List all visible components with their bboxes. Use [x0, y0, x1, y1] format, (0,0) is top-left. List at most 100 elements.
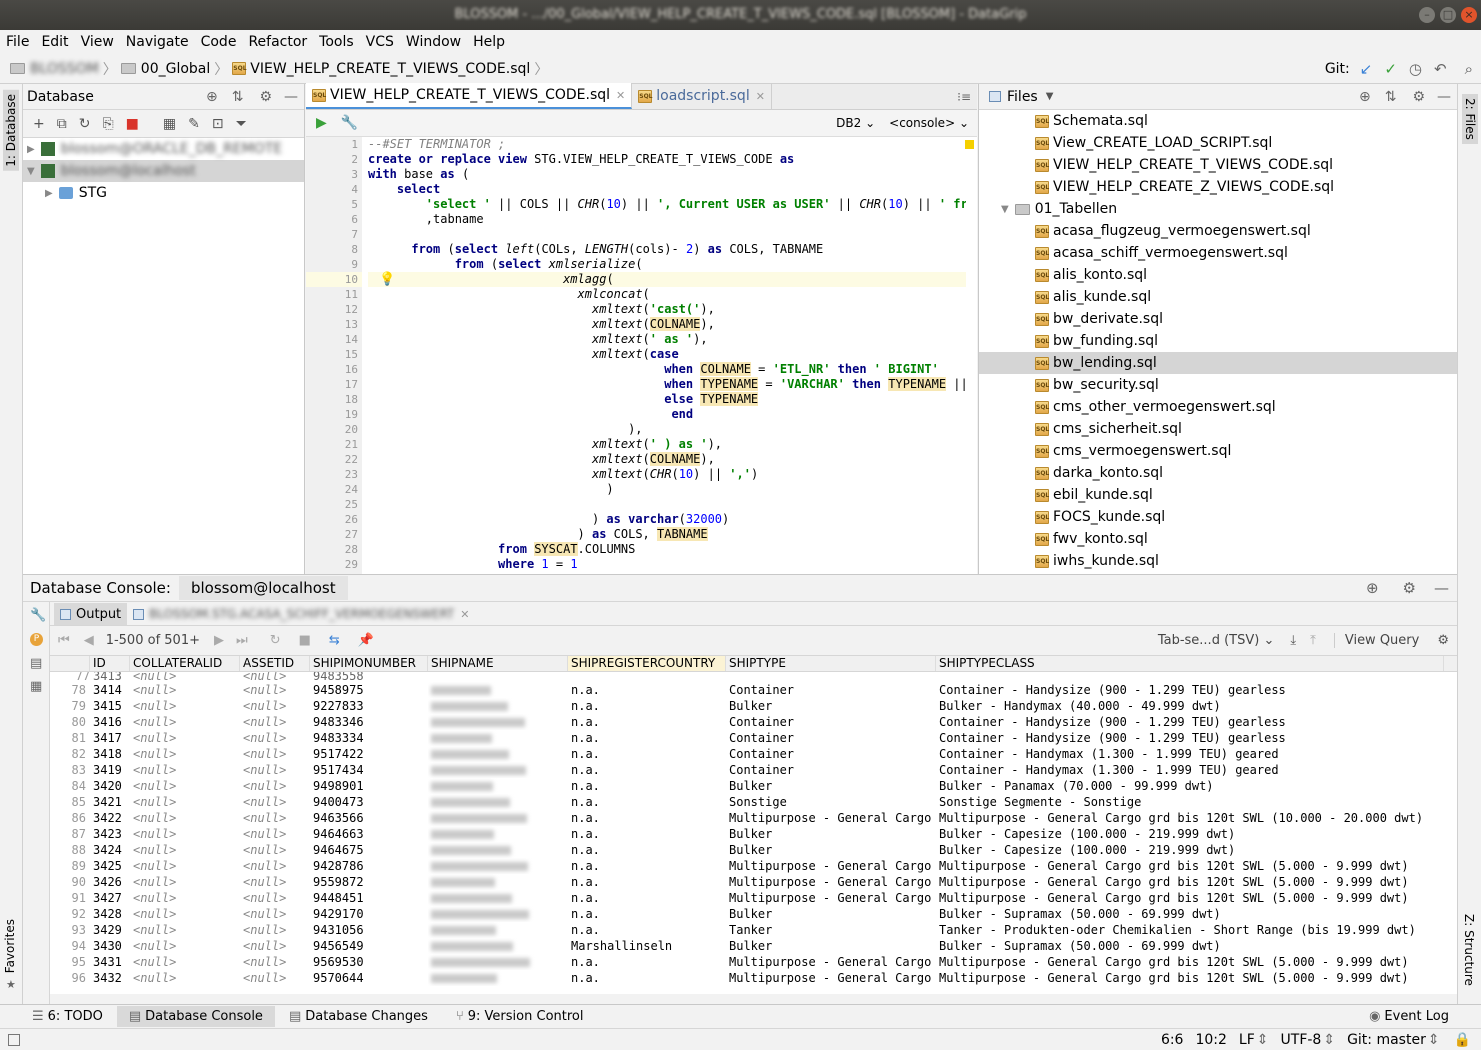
shipname-cell[interactable] [428, 714, 568, 730]
menu-vcs[interactable]: VCS [360, 34, 400, 50]
collapse-arrow-icon[interactable]: ▼ [27, 166, 35, 177]
table-cell[interactable]: <null> [240, 730, 310, 746]
edit-icon[interactable]: ✎ [188, 116, 200, 132]
file-item[interactable]: SQL alis_kunde.sql [979, 286, 1457, 308]
table-cell[interactable]: <null> [130, 826, 240, 842]
table-cell[interactable]: 9227833 [310, 698, 428, 714]
git-branch[interactable]: Git: master [1347, 1032, 1426, 1048]
filter-icon[interactable]: ⏷ [236, 116, 247, 132]
tree-item-remote[interactable]: ▶ blossom@ORACLE_DB_REMOTE [23, 138, 304, 160]
table-cell[interactable]: Multipurpose - General Cargo [726, 890, 936, 906]
table-cell[interactable]: 9464663 [310, 826, 428, 842]
table-cell[interactable]: <null> [130, 730, 240, 746]
table-cell[interactable]: 9458975 [310, 682, 428, 698]
table-cell[interactable]: <null> [240, 938, 310, 954]
compare-icon[interactable]: ⇆ [329, 633, 340, 648]
dialect-select[interactable]: DB2 ⌄ [836, 116, 875, 130]
file-item[interactable]: SQL FOCS_kunde.sql [979, 506, 1457, 528]
gear-icon[interactable]: ⚙ [1437, 633, 1449, 648]
menu-tools[interactable]: Tools [313, 34, 360, 50]
tab-version-control[interactable]: 9: Version Control [468, 1009, 584, 1024]
file-item[interactable]: SQL bw_funding.sql [979, 330, 1457, 352]
table-cell[interactable]: <null> [240, 858, 310, 874]
result-grid[interactable]: ID COLLATERALID ASSETID SHIPIMONUMBER SHIPNA… [50, 656, 1457, 994]
caret-position[interactable]: 6:6 [1161, 1032, 1184, 1048]
table-cell[interactable]: n.a. [568, 762, 726, 778]
table-cell[interactable]: 9483346 [310, 714, 428, 730]
table-cell[interactable]: <null> [130, 954, 240, 970]
table-cell[interactable]: Multipurpose - General Cargo grd bis 120… [936, 954, 1444, 970]
tab-files-tool[interactable]: 2: Files [1462, 94, 1478, 144]
table-row[interactable]: 95 3431 <null> <null> 9569530 n.a. Multipurpos… [50, 954, 1457, 970]
file-item[interactable]: SQL fwv_konto.sql [979, 528, 1457, 550]
table-cell[interactable]: 88 [50, 842, 90, 858]
table-cell[interactable]: <null> [240, 906, 310, 922]
selection-position[interactable]: 10:2 [1195, 1032, 1226, 1048]
table-cell[interactable]: <null> [240, 810, 310, 826]
table-cell[interactable]: 85 [50, 794, 90, 810]
shipname-cell[interactable] [428, 778, 568, 794]
table-cell[interactable]: 3418 [90, 746, 130, 762]
table-row[interactable]: 84 3420 <null> <null> 9498901 n.a. Bulker Bulke… [50, 778, 1457, 794]
table-cell[interactable]: 89 [50, 858, 90, 874]
table-cell[interactable]: 3420 [90, 778, 130, 794]
table-cell[interactable]: 9431056 [310, 922, 428, 938]
table-row[interactable]: 81 3417 <null> <null> 9483334 n.a. Container Co… [50, 730, 1457, 746]
table-cell[interactable]: 91 [50, 890, 90, 906]
table-cell[interactable]: 3414 [90, 682, 130, 698]
prev-page-icon[interactable]: ◀ [84, 633, 94, 648]
menu-code[interactable]: Code [195, 34, 243, 50]
table-cell[interactable]: 3432 [90, 970, 130, 986]
table-cell[interactable]: 82 [50, 746, 90, 762]
table-cell[interactable]: <null> [130, 906, 240, 922]
table-cell[interactable]: <null> [240, 954, 310, 970]
table-cell[interactable]: n.a. [568, 826, 726, 842]
shipname-cell[interactable] [428, 842, 568, 858]
table-cell[interactable]: <null> [130, 890, 240, 906]
shipname-cell[interactable] [428, 762, 568, 778]
git-commit-icon[interactable]: ✓ [1384, 60, 1397, 78]
table-cell[interactable]: 79 [50, 698, 90, 714]
tab-result[interactable]: BLOSSOM.STG.ACASA_SCHIFF_VERMOEGENSWERT … [127, 603, 475, 625]
table-cell[interactable]: 3416 [90, 714, 130, 730]
table-cell[interactable]: <null> [240, 682, 310, 698]
table-cell[interactable]: Container [726, 714, 936, 730]
table-cell[interactable]: n.a. [568, 698, 726, 714]
git-update-icon[interactable]: ↙ [1360, 60, 1373, 78]
table-cell[interactable]: 9463566 [310, 810, 428, 826]
table-cell[interactable]: 9569530 [310, 954, 428, 970]
add-icon[interactable]: + [33, 116, 45, 132]
git-history-icon[interactable]: ◷ [1409, 60, 1422, 78]
minimize-button[interactable]: – [1419, 7, 1435, 23]
tab-view-help-create[interactable]: SQL VIEW_HELP_CREATE_T_VIEWS_CODE.sql ✕ [306, 83, 633, 109]
column-header[interactable]: SHIPREGISTERCOUNTRY [568, 656, 726, 671]
table-cell[interactable]: 93 [50, 922, 90, 938]
shipname-cell[interactable] [428, 746, 568, 762]
shipname-cell[interactable] [428, 794, 568, 810]
shipname-cell[interactable] [428, 874, 568, 890]
tab-output[interactable]: Output [54, 603, 128, 625]
table-cell[interactable]: Container [726, 682, 936, 698]
first-page-icon[interactable]: ⏮ [58, 633, 70, 648]
menu-window[interactable]: Window [400, 34, 467, 50]
table-row[interactable]: 93 3429 <null> <null> 9431056 n.a. Tanker Tanke… [50, 922, 1457, 938]
table-icon[interactable]: ▦ [163, 116, 176, 132]
table-cell[interactable]: 95 [50, 954, 90, 970]
table-cell[interactable]: <null> [240, 922, 310, 938]
stop-icon[interactable]: ■ [126, 116, 139, 132]
sync-icon[interactable]: ⊕ [206, 89, 218, 105]
column-header[interactable]: SHIPTYPECLASS [936, 656, 1444, 671]
layout-icon[interactable]: ▤ [30, 656, 49, 671]
table-cell[interactable]: 9429170 [310, 906, 428, 922]
table-cell[interactable]: n.a. [568, 874, 726, 890]
file-item[interactable]: SQL alis_konto.sql [979, 264, 1457, 286]
column-header[interactable]: SHIPIMONUMBER [310, 656, 428, 671]
file-item[interactable]: SQL iwhs_kunde.sql [979, 550, 1457, 572]
maximize-button[interactable]: □ [1440, 7, 1456, 23]
table-cell[interactable]: n.a. [568, 970, 726, 986]
menu-refactor[interactable]: Refactor [242, 34, 313, 50]
table-row[interactable]: 91 3427 <null> <null> 9448451 n.a. Multipurpos… [50, 890, 1457, 906]
table-row[interactable]: 85 3421 <null> <null> 9400473 n.a. Sonstige Son… [50, 794, 1457, 810]
tab-favorites[interactable]: Favorites [3, 919, 17, 973]
stop-icon[interactable]: ■ [299, 633, 311, 648]
